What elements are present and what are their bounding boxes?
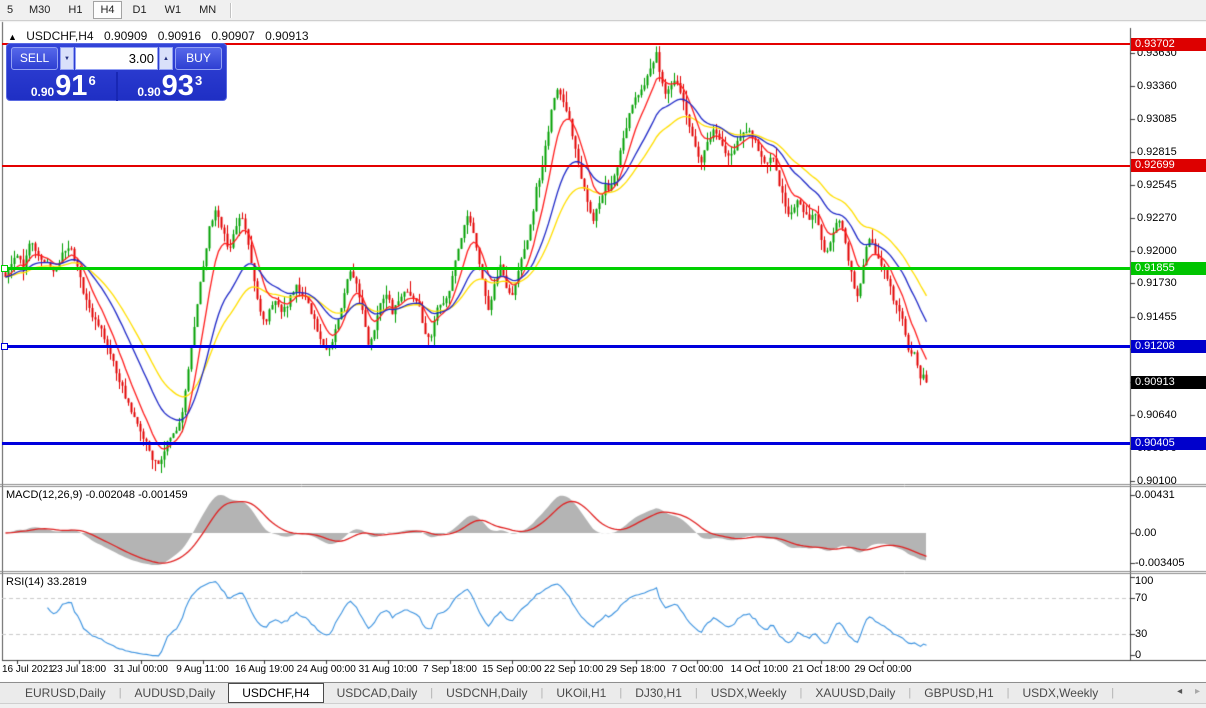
support-line-0912[interactable]	[2, 345, 1130, 348]
tab-usdcad-daily[interactable]: USDCAD,Daily	[324, 683, 431, 703]
price-tick: 0.92545	[1137, 179, 1177, 191]
timeframe-w1-button[interactable]: W1	[158, 1, 189, 19]
tab-gbpusd-h1[interactable]: GBPUSD,H1	[911, 683, 1006, 703]
price-tick: 0.91455	[1137, 311, 1177, 323]
sell-price-display[interactable]: 0.90 91 6	[11, 72, 116, 101]
line-price-label: 0.90405	[1131, 437, 1206, 450]
macd-scale-tick: -0.003405	[1135, 557, 1185, 569]
buy-price-prefix: 0.90	[137, 86, 160, 98]
time-label: 21 Oct 18:00	[793, 664, 850, 675]
time-label: 29 Sep 18:00	[606, 664, 666, 675]
time-label: 31 Jul 00:00	[113, 664, 168, 675]
time-label: 16 Jul 2021	[2, 664, 54, 675]
price-tick: 0.92000	[1137, 245, 1177, 257]
price-tick: 0.92815	[1137, 146, 1177, 158]
volume-decrease-button[interactable]: ▼	[60, 47, 74, 70]
sell-price-big: 91	[55, 72, 87, 101]
time-label: 22 Sep 10:00	[544, 664, 604, 675]
chart-ohlc-header: ▲ USDCHF,H4 0.90909 0.90916 0.90907 0.90…	[8, 29, 316, 43]
tab-scroll-nav: ◂ ▸	[1167, 686, 1200, 697]
buy-price-big: 93	[162, 72, 194, 101]
collapse-trade-panel-icon[interactable]: ▲	[8, 32, 17, 42]
tab-scroll-right-icon[interactable]: ▸	[1195, 686, 1200, 697]
tab-usdcnh-daily[interactable]: USDCNH,Daily	[433, 683, 540, 703]
chart-canvas[interactable]	[0, 0, 1206, 708]
timeframe-h4-button[interactable]: H4	[93, 1, 121, 19]
volume-increase-button[interactable]: ▲	[159, 47, 173, 70]
line-price-label: 0.91855	[1131, 262, 1206, 275]
support-line-0918[interactable]	[2, 267, 1130, 270]
macd-values: -0.002048 -0.001459	[85, 489, 187, 501]
sell-price-prefix: 0.90	[31, 86, 54, 98]
time-label: 15 Sep 00:00	[482, 664, 542, 675]
current-price-label: 0.90913	[1131, 376, 1206, 389]
macd-indicator-label: MACD(12,26,9) -0.002048 -0.001459	[6, 489, 188, 501]
sell-button[interactable]: SELL	[11, 47, 58, 70]
timeframe-d1-button[interactable]: D1	[126, 1, 154, 19]
rsi-scale-tick: 0	[1135, 649, 1141, 661]
support-line-0904[interactable]	[2, 442, 1130, 445]
tab-usdx-weekly-2[interactable]: USDX,Weekly	[1010, 683, 1112, 703]
volume-input[interactable]	[75, 47, 158, 70]
time-label: 31 Aug 10:00	[359, 664, 418, 675]
time-label: 16 Aug 19:00	[235, 664, 294, 675]
tab-usdchf-h4[interactable]: USDCHF,H4	[228, 683, 323, 703]
line-price-label: 0.93702	[1131, 38, 1206, 51]
toolbar-separator	[230, 3, 232, 18]
price-tick: 0.91730	[1137, 277, 1177, 289]
price-tick: 0.93085	[1137, 113, 1177, 125]
timeframe-mn-button[interactable]: MN	[192, 1, 223, 19]
tab-dj30-h1[interactable]: DJ30,H1	[622, 683, 695, 703]
one-click-trading-panel: SELL ▼ ▲ BUY 0.90 91 6 0.90 93 3	[6, 43, 227, 101]
rsi-indicator-label: RSI(14) 33.2819	[6, 576, 87, 588]
price-tick: 0.92270	[1137, 212, 1177, 224]
timeframe-m30-button[interactable]: M30	[22, 1, 57, 19]
chart-tab-bar: EURUSD,Daily | AUDUSD,Daily USDCHF,H4 US…	[0, 682, 1206, 704]
time-label: 9 Aug 11:00	[176, 664, 229, 675]
rsi-scale-tick: 100	[1135, 575, 1153, 587]
rsi-scale-tick: 30	[1135, 628, 1147, 640]
tab-eurusd-daily[interactable]: EURUSD,Daily	[12, 683, 119, 703]
time-label: 7 Sep 18:00	[423, 664, 477, 675]
symbol-period-label: USDCHF,H4	[26, 29, 93, 43]
sell-price-pip: 6	[88, 74, 95, 87]
time-label: 29 Oct 00:00	[854, 664, 911, 675]
price-tick: 0.90640	[1137, 409, 1177, 421]
macd-scale-tick: 0.00431	[1135, 489, 1175, 501]
volume-spinner: ▼ ▲	[60, 47, 173, 70]
resistance-line-0927[interactable]	[2, 165, 1130, 167]
high-value: 0.90916	[158, 29, 201, 43]
line-price-label: 0.91208	[1131, 340, 1206, 353]
macd-scale-tick: 0.00	[1135, 527, 1156, 539]
rsi-scale-tick: 70	[1135, 592, 1147, 604]
tab-xauusd-daily[interactable]: XAUUSD,Daily	[802, 683, 908, 703]
price-tick: 0.93360	[1137, 80, 1177, 92]
tab-ukoil-h1[interactable]: UKOil,H1	[543, 683, 619, 703]
tab-separator: |	[1111, 683, 1114, 703]
buy-button[interactable]: BUY	[175, 47, 222, 70]
time-label: 24 Aug 00:00	[297, 664, 356, 675]
close-value: 0.90913	[265, 29, 308, 43]
low-value: 0.90907	[211, 29, 254, 43]
timeframe-m5-button[interactable]: 5	[2, 1, 18, 19]
line-drag-handle[interactable]	[1, 343, 8, 350]
line-price-label: 0.92699	[1131, 159, 1206, 172]
time-label: 7 Oct 00:00	[672, 664, 724, 675]
tab-scroll-left-icon[interactable]: ◂	[1177, 686, 1182, 697]
timeframe-h1-button[interactable]: H1	[61, 1, 89, 19]
open-value: 0.90909	[104, 29, 147, 43]
time-label: 14 Oct 10:00	[731, 664, 788, 675]
buy-price-display[interactable]: 0.90 93 3	[118, 72, 223, 101]
tab-usdx-weekly[interactable]: USDX,Weekly	[698, 683, 800, 703]
time-label: 23 Jul 18:00	[52, 664, 107, 675]
trading-terminal-window: 5 M30 H1 H4 D1 W1 MN ▲ USDCHF,H4 0.90909…	[0, 0, 1206, 708]
buy-price-pip: 3	[195, 74, 202, 87]
tab-audusd-daily[interactable]: AUDUSD,Daily	[122, 683, 229, 703]
price-tick: 0.90100	[1137, 475, 1177, 487]
timeframe-toolbar: 5 M30 H1 H4 D1 W1 MN	[0, 0, 1206, 21]
rsi-value: 33.2819	[47, 576, 87, 588]
line-drag-handle[interactable]	[1, 265, 8, 272]
